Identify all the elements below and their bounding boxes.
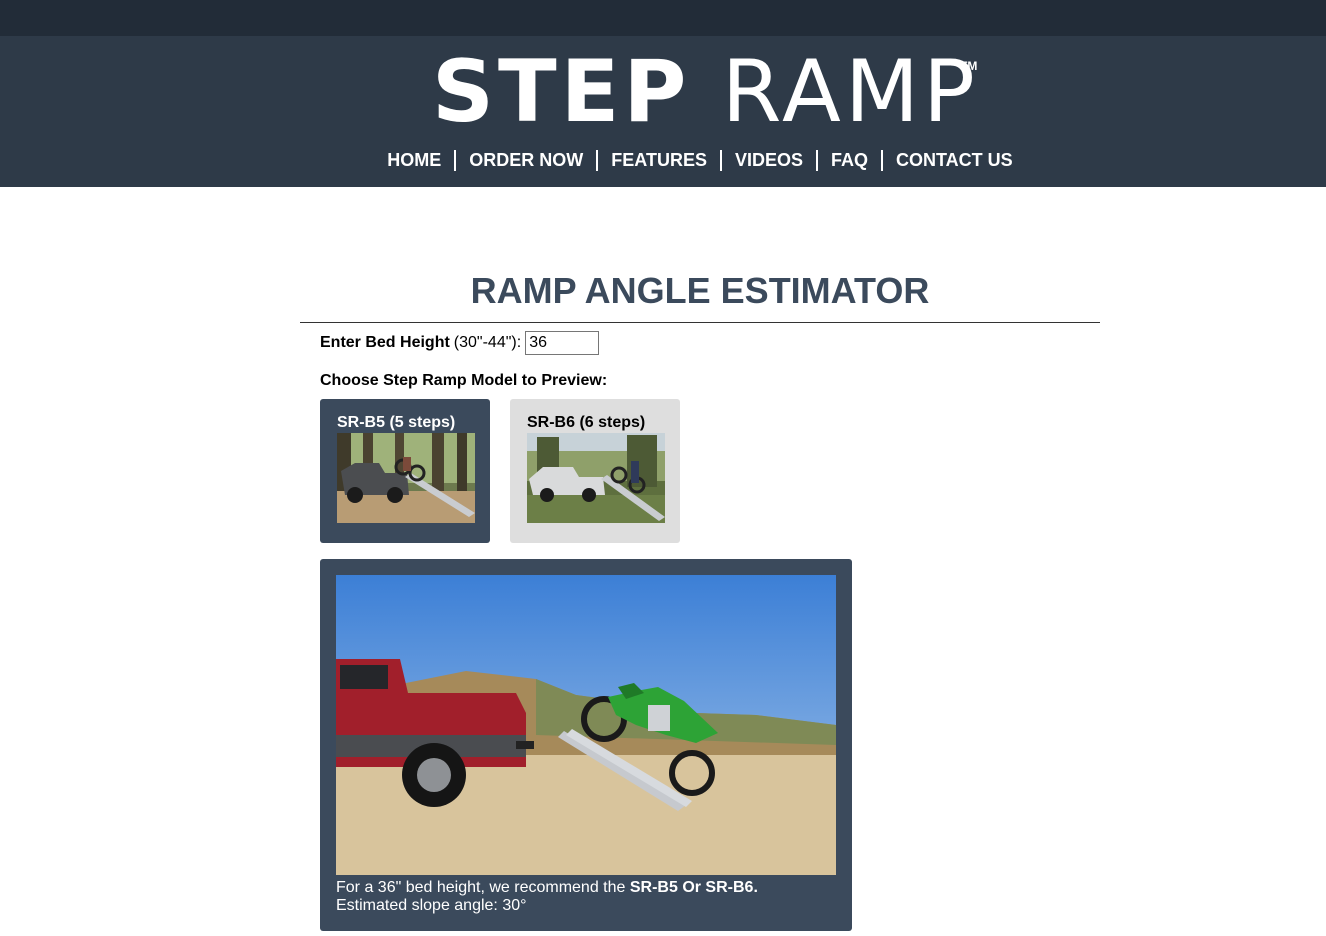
sr-b6-thumbnail	[527, 433, 665, 523]
bed-height-label: Enter Bed Height	[320, 334, 450, 351]
sr-b5-thumbnail	[337, 433, 475, 523]
title-divider	[300, 322, 1100, 323]
step-ramp-logo[interactable]: STEP RAMP TM	[432, 49, 982, 135]
nav-home[interactable]: HOME	[374, 148, 454, 172]
nav-videos[interactable]: VIDEOS	[722, 148, 816, 172]
choose-model-label: Choose Step Ramp Model to Preview:	[320, 372, 608, 389]
bed-height-row: Enter Bed Height (30"-44"):	[320, 331, 600, 355]
ramp-preview-image	[336, 575, 836, 875]
recommended-models: SR-B5 Or SR-B6.	[629, 879, 758, 896]
nav-features[interactable]: FEATURES	[598, 148, 720, 172]
model-name: SR-B6 (6 steps)	[527, 414, 646, 431]
model-card-sr-b6[interactable]: SR-B6 (6 steps)	[510, 399, 680, 543]
trademark-mark: TM	[960, 59, 978, 73]
model-card-sr-b5[interactable]: SR-B5 (5 steps)	[320, 399, 490, 543]
ramp-preview-panel: For a 36" bed height, we recommend the S…	[320, 559, 852, 931]
main-nav: HOME ORDER NOW FEATURES VIDEOS FAQ CONTA…	[0, 148, 1326, 172]
recommendation-text: For a 36" bed height, we recommend the S…	[336, 879, 836, 915]
logo-ramp-text: RAMP	[721, 42, 979, 142]
recommendation-prefix: For a 36" bed height, we recommend the	[336, 879, 626, 896]
nav-faq[interactable]: FAQ	[818, 148, 881, 172]
nav-contact-us[interactable]: CONTACT US	[883, 148, 1026, 172]
page-title: RAMP ANGLE ESTIMATOR	[470, 270, 930, 311]
top-bar	[0, 0, 1326, 36]
recommendation-line: For a 36" bed height, we recommend the S…	[336, 879, 836, 897]
bed-height-input[interactable]	[525, 331, 600, 355]
slope-angle-text: Estimated slope angle: 30°	[336, 897, 527, 914]
model-name: SR-B5 (5 steps)	[337, 414, 456, 431]
nav-order-now[interactable]: ORDER NOW	[456, 148, 596, 172]
logo-step-text: STEP	[432, 42, 691, 142]
bed-height-range: (30"-44"):	[453, 334, 522, 351]
